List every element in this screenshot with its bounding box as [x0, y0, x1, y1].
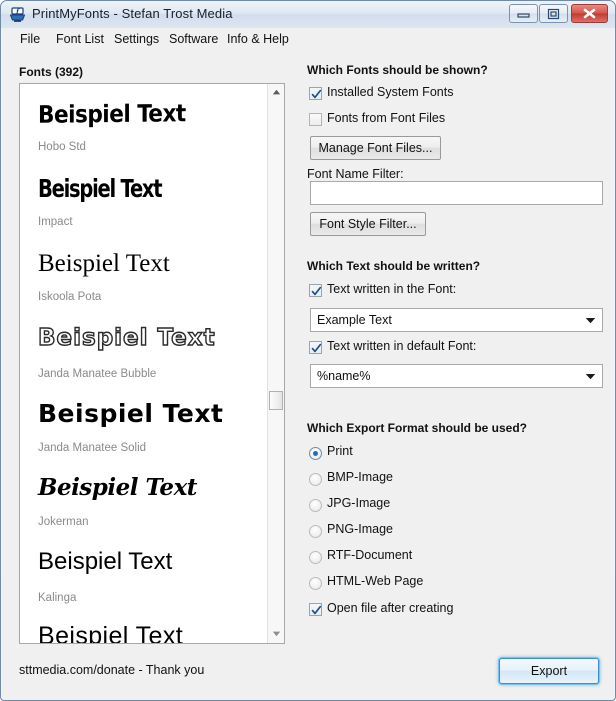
text-in-font-combobox[interactable]: Example Text [310, 308, 603, 332]
list-item[interactable]: Beispiel Text [38, 622, 184, 644]
export-button[interactable]: Export [499, 658, 599, 684]
close-button[interactable] [571, 4, 608, 23]
font-name: Impact [38, 216, 73, 228]
list-item[interactable]: Beispiel Text [38, 251, 170, 276]
font-name: Hobo Std [38, 141, 86, 153]
chevron-down-icon[interactable] [585, 309, 596, 331]
radio-button-unselected [309, 499, 322, 512]
font-sample: Beispiel Text [38, 474, 197, 501]
font-sample: Beispiel Text [38, 399, 224, 428]
menu-item-file[interactable]: File [14, 31, 46, 48]
menu-bar: File Font List Settings Software Info & … [2, 28, 614, 51]
text-in-default-font-combobox[interactable]: %name% [310, 364, 603, 388]
font-list[interactable]: Beispiel Text Hobo Std Beispiel Text Imp… [19, 83, 285, 644]
list-item-label: Jokerman [38, 516, 89, 528]
text-group-heading: Which Text should be written? [307, 259, 481, 273]
list-item-label: Hobo Std [38, 141, 86, 153]
status-donate-text[interactable]: sttmedia.com/donate - Thank you [19, 663, 204, 677]
radio-label: RTF-Document [327, 548, 413, 562]
scroll-up-arrow-icon[interactable] [268, 84, 284, 101]
fonts-count-label: Fonts (392) [19, 65, 84, 79]
font-name: Jokerman [38, 516, 89, 528]
application-window: f PrintMyFonts - Stefan Trost Media File… [0, 0, 616, 701]
list-item[interactable]: Beispiel Text [38, 401, 223, 426]
fonts-group-heading: Which Fonts should be shown? [307, 63, 488, 77]
export-group-heading: Which Export Format should be used? [307, 421, 528, 435]
list-item-label: Kalinga [38, 592, 76, 604]
list-item[interactable]: Beispiel Text [38, 550, 172, 574]
checkbox-box-unchecked [309, 113, 322, 126]
radio-label: BMP-Image [327, 470, 393, 484]
radio-button-unselected [309, 551, 322, 564]
menu-item-info-help[interactable]: Info & Help [221, 31, 295, 48]
maximize-button[interactable] [539, 4, 568, 23]
checkbox-box-checked [309, 87, 322, 100]
options-pane: Which Fonts should be shown? Installed S… [307, 50, 607, 700]
radio-label: JPG-Image [327, 496, 391, 510]
scrollbar-thumb[interactable] [269, 391, 283, 410]
radio-button-unselected [309, 473, 322, 486]
font-list-scrollbar[interactable] [267, 84, 284, 643]
list-item-label: Iskoola Pota [38, 291, 101, 303]
printmyfonts-app-icon: f [9, 6, 26, 23]
menu-item-settings[interactable]: Settings [108, 31, 165, 48]
checkbox-label: Installed System Fonts [327, 85, 454, 99]
list-item[interactable]: Beispiel Text [38, 99, 186, 129]
list-item[interactable]: Beispiel Text [38, 176, 196, 201]
menu-item-font-list[interactable]: Font List [50, 31, 110, 48]
list-item-label: Janda Manatee Solid [38, 442, 146, 454]
font-sample: Beispiel Text [38, 622, 184, 644]
font-list-content: Beispiel Text Hobo Std Beispiel Text Imp… [20, 84, 268, 643]
radio-label: Print [327, 444, 353, 458]
list-item-label: Janda Manatee Bubble [38, 368, 156, 380]
radio-label: HTML-Web Page [327, 574, 424, 588]
manage-font-files-button[interactable]: Manage Font Files... [310, 136, 441, 160]
font-name: Iskoola Pota [38, 291, 102, 303]
window-title: PrintMyFonts - Stefan Trost Media [32, 6, 233, 21]
list-item[interactable]: Beispiel Text [38, 476, 197, 499]
radio-button-selected [309, 447, 322, 460]
list-item-label: Impact [38, 216, 73, 228]
font-sample: Beispiel Text [38, 548, 173, 575]
font-name-filter-input[interactable] [310, 181, 603, 205]
combobox-value: Example Text [317, 313, 392, 327]
font-name: Janda Manatee Bubble [38, 368, 157, 380]
font-style-filter-button[interactable]: Font Style Filter... [310, 212, 426, 236]
title-bar: f PrintMyFonts - Stefan Trost Media [1, 1, 615, 28]
checkbox-box-checked [309, 341, 322, 354]
checkbox-label: Text written in default Font: [327, 339, 477, 353]
combobox-value: %name% [317, 369, 371, 383]
menu-item-software[interactable]: Software [163, 31, 224, 48]
font-name-filter-label: Font Name Filter: [307, 167, 404, 181]
checkbox-box-checked [309, 603, 322, 616]
radio-label: PNG-Image [327, 522, 393, 536]
client-area: Fonts (392) Beispiel Text Hobo Std Beisp… [2, 50, 614, 700]
checkbox-box-checked [309, 284, 322, 297]
minimize-button[interactable] [509, 4, 538, 23]
radio-button-unselected [309, 577, 322, 590]
font-sample: Beispiel Text [38, 99, 186, 129]
checkbox-label: Fonts from Font Files [327, 111, 446, 125]
chevron-down-icon[interactable] [585, 365, 596, 387]
font-name: Kalinga [38, 592, 77, 604]
scroll-down-arrow-icon[interactable] [268, 626, 284, 643]
list-item[interactable]: Beispiel Text [37, 325, 216, 351]
checkbox-label: Open file after creating [327, 601, 454, 615]
radio-button-unselected [309, 525, 322, 538]
font-name: Janda Manatee Solid [38, 442, 147, 454]
checkbox-label: Text written in the Font: [327, 282, 457, 296]
font-sample: Beispiel Text [37, 325, 216, 351]
font-sample: Beispiel Text [38, 250, 170, 277]
font-sample: Beispiel Text [38, 174, 163, 203]
